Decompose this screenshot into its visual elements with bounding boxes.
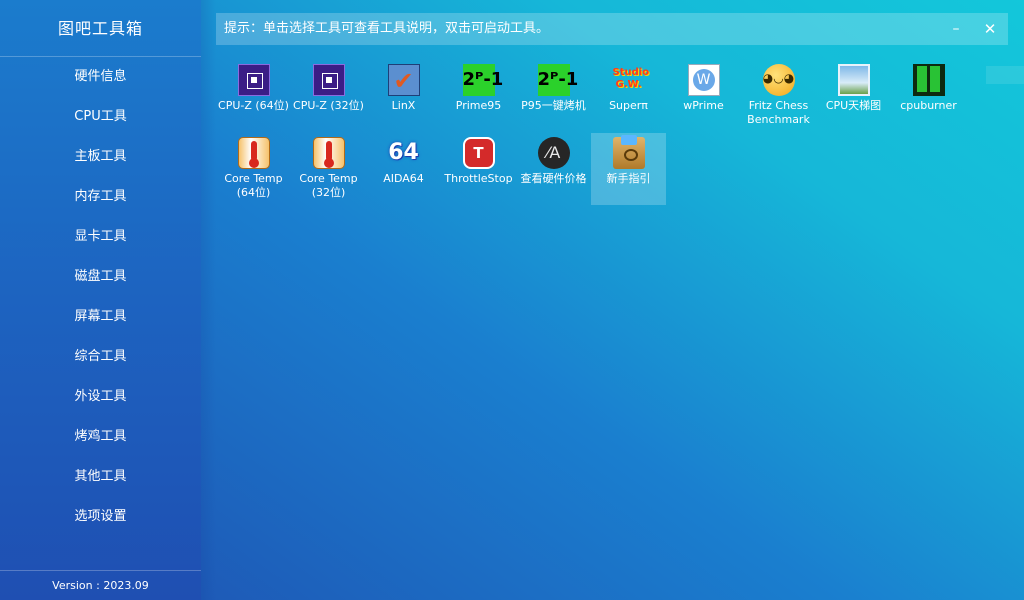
hardware-price-icon: ⁄A — [537, 137, 570, 169]
tool-throttlestop[interactable]: T ThrottleStop — [441, 133, 516, 205]
wprime-glyph: W — [692, 69, 715, 91]
sidebar-item-peripheral-tools[interactable]: 外设工具 — [0, 377, 201, 417]
superpi-icon: Studio G.W. — [612, 64, 650, 96]
cpuz-icon — [312, 64, 345, 96]
tool-label: Prime95 — [455, 99, 502, 112]
minimize-button[interactable]: – — [940, 13, 972, 45]
sidebar-nav: 硬件信息 CPU工具 主板工具 内存工具 显卡工具 磁盘工具 屏幕工具 综合工具… — [0, 57, 201, 537]
sidebar-item-screen-tools[interactable]: 屏幕工具 — [0, 297, 201, 337]
aida64-icon: 64 — [388, 137, 420, 169]
tool-wprime[interactable]: W wPrime — [666, 60, 741, 132]
guide-icon — [612, 135, 645, 169]
tool-prime95[interactable]: 2ᴾ-1 Prime95 — [441, 60, 516, 132]
scroll-edge — [986, 66, 1024, 84]
tool-aida64[interactable]: 64 AIDA64 — [366, 133, 441, 205]
tool-label: cpuburner — [900, 99, 957, 112]
tool-label: Core Temp (32位) — [299, 172, 358, 199]
tool-superpi[interactable]: Studio G.W. Superπ — [591, 60, 666, 132]
tool-label: AIDA64 — [383, 172, 424, 185]
sidebar-item-settings[interactable]: 选项设置 — [0, 497, 201, 537]
tool-label: CPU-Z (64位) — [218, 99, 289, 112]
sidebar-item-other-tools[interactable]: 其他工具 — [0, 457, 201, 497]
tool-fritz-chess[interactable]: ◕◡◕ Fritz Chess Benchmark — [741, 60, 816, 132]
prime95-icon: 2ᴾ-1 — [537, 64, 579, 96]
tool-label: Superπ — [609, 99, 648, 112]
version-label: Version : 2023.09 — [0, 570, 201, 600]
tool-label: ThrottleStop — [444, 172, 513, 185]
sidebar-item-gpu-tools[interactable]: 显卡工具 — [0, 217, 201, 257]
tool-linx[interactable]: ✔ LinX — [366, 60, 441, 132]
sidebar-item-motherboard-tools[interactable]: 主板工具 — [0, 137, 201, 177]
fritz-icon: ◕◡◕ — [762, 64, 795, 96]
prime95-icon: 2ᴾ-1 — [462, 64, 504, 96]
tool-cpuz-32[interactable]: CPU-Z (32位) — [291, 60, 366, 132]
linx-icon: ✔ — [387, 64, 420, 96]
sidebar-item-cpu-tools[interactable]: CPU工具 — [0, 97, 201, 137]
aida64-glyph: 64 — [388, 140, 419, 165]
tool-label: Fritz Chess Benchmark — [747, 99, 810, 126]
tool-label: Core Temp (64位) — [224, 172, 283, 199]
prime95-glyph: 2ᴾ-1 — [537, 69, 579, 90]
tool-beginner-guide[interactable]: 新手指引 — [591, 133, 666, 205]
sidebar-item-memory-tools[interactable]: 内存工具 — [0, 177, 201, 217]
hardware-price-glyph: ⁄A — [546, 143, 561, 162]
coretemp-icon — [312, 137, 345, 169]
tool-label: CPU-Z (32位) — [293, 99, 364, 112]
tool-coretemp-64[interactable]: Core Temp (64位) — [216, 133, 291, 205]
coretemp-icon — [237, 137, 270, 169]
tool-coretemp-32[interactable]: Core Temp (32位) — [291, 133, 366, 205]
throttlestop-glyph: T — [473, 144, 484, 162]
tool-label: 新手指引 — [606, 172, 651, 185]
fritz-glyph: ◕◡◕ — [762, 71, 795, 85]
tool-label: 查看硬件价格 — [520, 172, 587, 185]
app-title: 图吧工具箱 — [0, 0, 201, 57]
prime95-glyph: 2ᴾ-1 — [462, 69, 504, 90]
superpi-glyph: Studio G.W. — [612, 67, 650, 90]
tool-label: CPU天梯图 — [825, 99, 882, 112]
close-button[interactable]: ✕ — [974, 13, 1006, 45]
sidebar: 图吧工具箱 硬件信息 CPU工具 主板工具 内存工具 显卡工具 磁盘工具 屏幕工… — [0, 0, 201, 600]
linx-glyph: ✔ — [393, 67, 414, 95]
tool-cpuz-64[interactable]: CPU-Z (64位) — [216, 60, 291, 132]
tool-p95-oneclick[interactable]: 2ᴾ-1 P95一键烤机 — [516, 60, 591, 132]
throttlestop-icon: T — [462, 137, 495, 169]
tool-cpu-ladder[interactable]: CPU天梯图 — [816, 60, 891, 132]
tool-label: wPrime — [683, 99, 724, 112]
cpuz-icon — [237, 64, 270, 96]
tool-hardware-price[interactable]: ⁄A 查看硬件价格 — [516, 133, 591, 205]
sidebar-item-hardware-info[interactable]: 硬件信息 — [0, 57, 201, 97]
wprime-icon: W — [687, 64, 720, 96]
sidebar-item-general-tools[interactable]: 综合工具 — [0, 337, 201, 377]
cpuburner-icon — [912, 64, 945, 96]
cpu-ladder-icon — [837, 64, 870, 96]
tip-bar: 提示：单击选择工具可查看工具说明，双击可启动工具。 — [216, 13, 1008, 45]
tool-cpuburner[interactable]: cpuburner — [891, 60, 966, 132]
tool-label: LinX — [391, 99, 416, 112]
sidebar-item-stress-tools[interactable]: 烤鸡工具 — [0, 417, 201, 457]
sidebar-divider — [201, 0, 216, 600]
sidebar-item-disk-tools[interactable]: 磁盘工具 — [0, 257, 201, 297]
tool-label: P95一键烤机 — [521, 99, 586, 112]
